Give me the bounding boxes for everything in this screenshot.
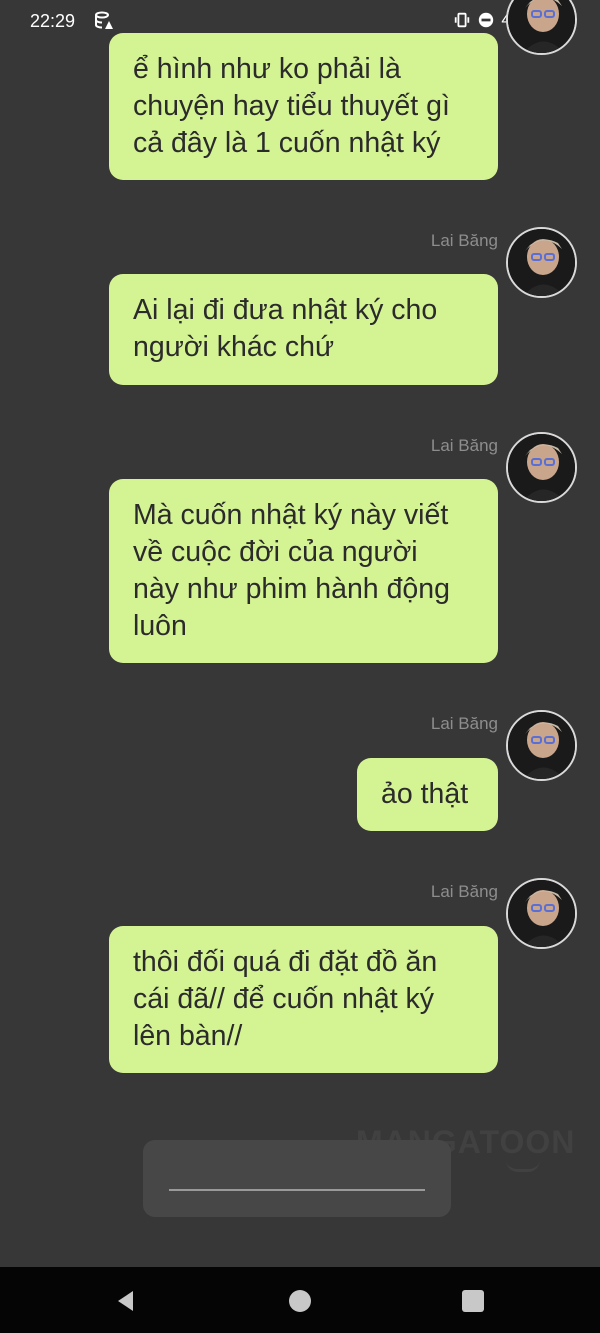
data-saver-icon [95,11,113,29]
message-bubble: Ai lại đi đưa nhật ký cho người khác chứ [109,274,498,385]
avatar[interactable] [506,710,577,781]
watermark-smile-icon [506,1160,540,1172]
back-icon[interactable] [113,1288,139,1314]
home-icon[interactable] [287,1288,313,1314]
sender-name: Lai Băng [430,436,498,455]
vibrate-icon [455,12,470,28]
sender-name: Lai Băng [430,882,498,901]
status-time: 22:29 [30,11,76,31]
recent-apps-icon[interactable] [460,1288,486,1314]
navigation-bar [0,1267,600,1333]
message-bubble: thôi đối quá đi đặt đồ ăn cái đã// để cu… [109,926,498,1073]
avatar[interactable] [506,432,577,503]
input-underline [169,1189,425,1191]
avatar[interactable] [506,0,577,55]
avatar[interactable] [506,227,577,298]
sender-name: Lai Băng [430,231,498,250]
message-bubble: ể hình như ko phải là chuyện hay tiểu th… [109,33,498,180]
do-not-disturb-icon [479,12,494,28]
message-bubble: ảo thật [357,758,498,831]
sender-name: Lai Băng [430,714,498,733]
message-bubble: Mà cuốn nhật ký này viết về cuộc đời của… [109,479,498,663]
message-input[interactable] [143,1140,451,1217]
avatar[interactable] [506,878,577,949]
